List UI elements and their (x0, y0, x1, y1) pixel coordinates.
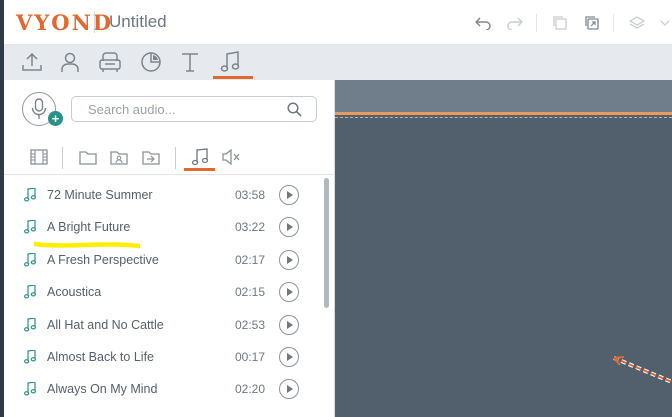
stage-header-strip (335, 80, 672, 112)
search-icon[interactable] (287, 102, 302, 117)
track-name: 72 Minute Summer (47, 188, 153, 202)
stage-accent-line (335, 112, 672, 115)
audio-track-list: 72 Minute Summer 03:58 A Bright Future 03:2… (4, 174, 335, 417)
tab-divider (62, 147, 63, 169)
redo-icon[interactable] (504, 12, 526, 34)
track-name: All Hat and No Cattle (47, 317, 164, 332)
logo-divider (94, 11, 95, 33)
track-duration: 02:53 (235, 317, 266, 332)
track-duration: 03:22 (235, 220, 266, 235)
character-icon[interactable] (55, 48, 85, 76)
search-box (71, 96, 317, 122)
upload-icon[interactable] (17, 48, 47, 76)
chevron-down-icon[interactable] (658, 12, 672, 34)
track-row[interactable]: Always On My Mind 02:20 (4, 373, 322, 405)
audio-source-tabs (4, 142, 335, 172)
active-subtab-indicator (184, 168, 215, 171)
undo-icon[interactable] (472, 12, 494, 34)
track-name: Acoustica (47, 285, 102, 300)
track-row[interactable]: A Bright Future 03:22 (4, 211, 322, 243)
microphone-icon (31, 98, 47, 119)
music-note-icon (23, 219, 36, 239)
track-duration: 03:58 (235, 188, 266, 202)
video-icon[interactable] (27, 146, 51, 168)
play-icon[interactable] (279, 347, 299, 367)
track-row[interactable]: All Hat and No Cattle 02:53 (4, 309, 322, 341)
header-actions (472, 12, 672, 34)
track-name: Almost Back to Life (47, 350, 154, 364)
yellow-marker-highlight (34, 241, 140, 249)
vyond-logo: VYOND (16, 10, 113, 35)
track-row[interactable]: 72 Minute Summer 03:58 (4, 179, 322, 211)
canvas-stage[interactable] (335, 80, 672, 417)
track-row[interactable]: Almost Back to Life 00:17 (4, 341, 322, 373)
music-note-icon (23, 252, 36, 272)
music-note-icon (23, 187, 36, 207)
text-icon[interactable] (175, 48, 205, 76)
header-divider (536, 14, 537, 32)
track-duration: 02:17 (235, 252, 266, 267)
stage-dashed-border (335, 117, 672, 118)
play-icon[interactable] (279, 217, 299, 238)
import-icon[interactable] (139, 146, 163, 168)
search-input[interactable] (88, 100, 278, 118)
layers-icon[interactable] (626, 12, 648, 34)
shared-folder-icon[interactable] (107, 146, 131, 168)
tool-tab-bar (4, 45, 672, 80)
play-icon[interactable] (279, 379, 299, 400)
motion-path-arrow[interactable] (605, 350, 672, 390)
chart-icon[interactable] (136, 48, 166, 76)
tab-divider (175, 147, 176, 169)
document-title[interactable]: Untitled (109, 12, 167, 32)
music-note-icon (23, 349, 36, 369)
header-divider (613, 14, 614, 32)
music-note-icon (23, 316, 36, 337)
play-icon[interactable] (279, 185, 299, 205)
prop-icon[interactable] (95, 48, 125, 76)
window-left-edge (0, 0, 4, 417)
track-duration: 02:20 (235, 382, 266, 397)
active-tool-indicator (213, 76, 253, 79)
track-name: A Fresh Perspective (47, 252, 159, 267)
track-name: Always On My Mind (47, 382, 158, 397)
track-duration: 00:17 (235, 350, 266, 364)
track-row[interactable]: Acoustica 02:15 (4, 276, 322, 308)
top-bar: VYOND Untitled (0, 0, 672, 45)
sound-effect-icon[interactable] (219, 146, 243, 168)
list-scrollbar[interactable] (324, 178, 329, 308)
copy-icon[interactable] (549, 12, 571, 34)
audio-icon[interactable] (215, 48, 245, 76)
play-icon[interactable] (279, 282, 299, 303)
folder-icon[interactable] (76, 146, 100, 168)
music-note-icon (23, 284, 36, 304)
track-duration: 02:15 (235, 285, 266, 300)
play-icon[interactable] (279, 249, 299, 270)
track-name: A Bright Future (47, 220, 131, 235)
music-note-icon (23, 381, 36, 401)
music-icon[interactable] (188, 146, 212, 168)
add-icon[interactable]: + (48, 111, 63, 126)
duplicate-icon[interactable] (581, 12, 603, 34)
play-icon[interactable] (279, 314, 299, 335)
